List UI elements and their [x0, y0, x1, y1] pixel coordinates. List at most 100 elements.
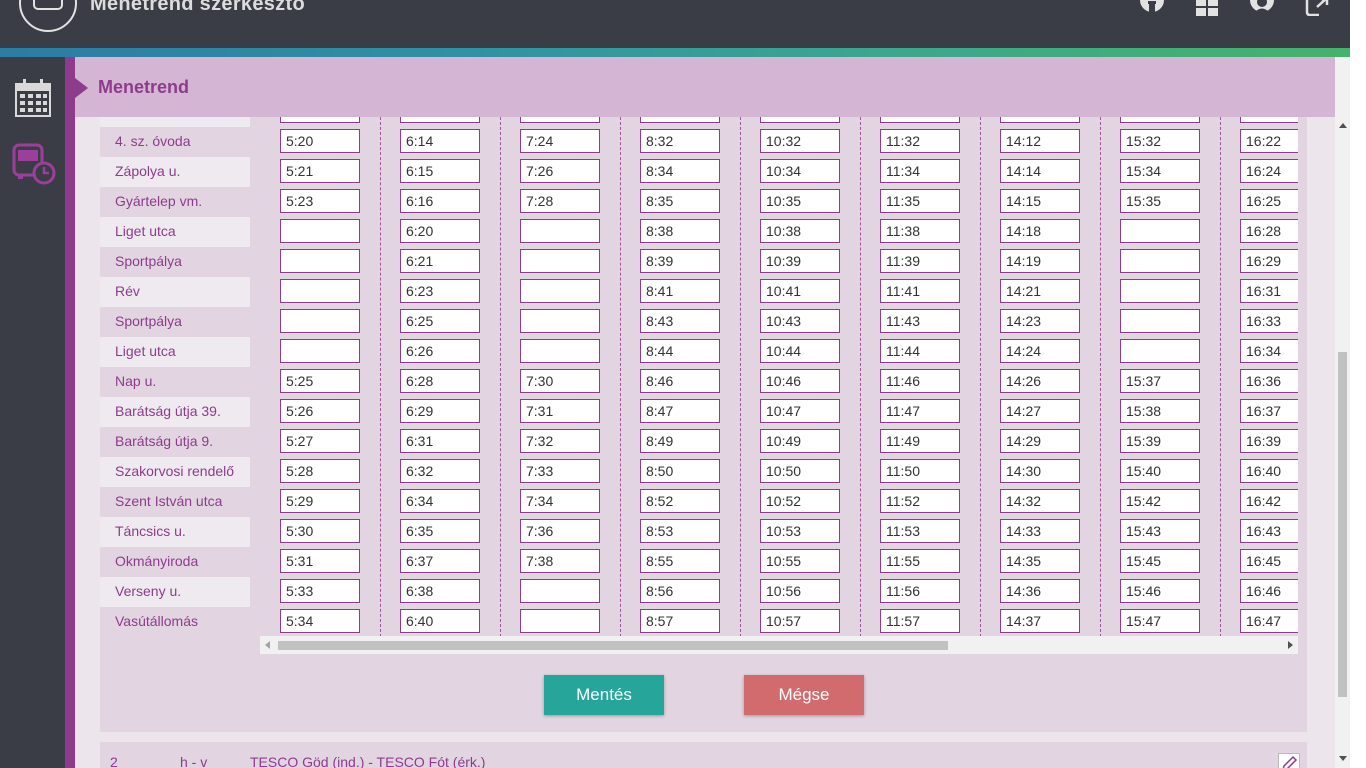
time-input[interactable]: 7:38 — [520, 549, 600, 573]
time-input[interactable]: 14:30 — [1000, 459, 1080, 483]
time-input[interactable]: 6:34 — [400, 489, 480, 513]
time-input[interactable]: 10:47 — [760, 399, 840, 423]
time-input[interactable]: 5:31 — [280, 549, 360, 573]
time-input[interactable]: 15:46 — [1120, 579, 1200, 603]
time-input[interactable]: 8:53 — [640, 519, 720, 543]
time-input[interactable]: 14:24 — [1000, 339, 1080, 363]
time-input[interactable]: 16:40 — [1240, 459, 1298, 483]
time-input[interactable]: 5:27 — [280, 429, 360, 453]
time-input[interactable]: 6:37 — [400, 549, 480, 573]
time-input[interactable]: 5:20 — [280, 129, 360, 153]
time-input[interactable]: 15:35 — [1120, 189, 1200, 213]
time-input[interactable]: 10:34 — [760, 159, 840, 183]
time-input[interactable]: 16:25 — [1240, 189, 1298, 213]
time-input[interactable]: 11:57 — [880, 609, 960, 633]
time-input[interactable]: 15:40 — [1120, 459, 1200, 483]
time-input[interactable]: 6:14 — [400, 129, 480, 153]
time-input[interactable]: 14:19 — [1000, 249, 1080, 273]
horizontal-scroll-thumb[interactable] — [278, 641, 948, 650]
time-input[interactable] — [1120, 339, 1200, 363]
time-input[interactable] — [520, 117, 600, 123]
time-input[interactable]: 14:18 — [1000, 219, 1080, 243]
time-input[interactable]: 14:15 — [1000, 189, 1080, 213]
time-input[interactable] — [280, 309, 360, 333]
time-input[interactable]: 15:45 — [1120, 549, 1200, 573]
time-input[interactable] — [280, 339, 360, 363]
time-input[interactable]: 11:41 — [880, 279, 960, 303]
time-input[interactable]: 16:42 — [1240, 489, 1298, 513]
time-input[interactable]: 8:46 — [640, 369, 720, 393]
time-input[interactable]: 6:31 — [400, 429, 480, 453]
time-input[interactable]: 11:44 — [880, 339, 960, 363]
time-input[interactable]: 8:44 — [640, 339, 720, 363]
time-input[interactable]: 16:39 — [1240, 429, 1298, 453]
time-input[interactable]: 14:36 — [1000, 579, 1080, 603]
time-input[interactable]: 15:32 — [1120, 129, 1200, 153]
time-input[interactable]: 14:32 — [1000, 489, 1080, 513]
time-input[interactable]: 11:49 — [880, 429, 960, 453]
user-icon[interactable] — [1249, 0, 1275, 16]
time-input[interactable]: 16:47 — [1240, 609, 1298, 633]
time-input[interactable]: 14:35 — [1000, 549, 1080, 573]
time-input[interactable]: 10:41 — [760, 279, 840, 303]
time-input[interactable]: 5:25 — [280, 369, 360, 393]
time-input[interactable]: 10:35 — [760, 189, 840, 213]
time-input[interactable]: 11:39 — [880, 249, 960, 273]
time-input[interactable]: 7:34 — [520, 489, 600, 513]
scroll-left-icon[interactable] — [265, 641, 270, 649]
time-input[interactable]: 10:56 — [760, 579, 840, 603]
logout-icon[interactable] — [1305, 0, 1329, 16]
time-input[interactable]: 11:47 — [880, 399, 960, 423]
time-input[interactable]: 7:26 — [520, 159, 600, 183]
time-input[interactable] — [520, 609, 600, 633]
time-input[interactable] — [1120, 309, 1200, 333]
time-input[interactable]: 7:31 — [520, 399, 600, 423]
time-input[interactable]: 14:29 — [1000, 429, 1080, 453]
time-input[interactable]: 14:12 — [1000, 129, 1080, 153]
time-input[interactable]: 7:28 — [520, 189, 600, 213]
time-input[interactable]: 10:39 — [760, 249, 840, 273]
time-input[interactable]: 5:29 — [280, 489, 360, 513]
time-input[interactable]: 8:41 — [640, 279, 720, 303]
time-input[interactable]: 10:53 — [760, 519, 840, 543]
time-input[interactable]: 15:34 — [1120, 159, 1200, 183]
horizontal-scrollbar[interactable] — [260, 636, 1298, 654]
time-input[interactable] — [280, 279, 360, 303]
time-input[interactable]: 16:31 — [1240, 279, 1298, 303]
time-input[interactable] — [1240, 117, 1298, 123]
time-input[interactable]: 16:33 — [1240, 309, 1298, 333]
time-input[interactable] — [640, 117, 720, 123]
time-input[interactable]: 14:26 — [1000, 369, 1080, 393]
time-input[interactable]: 6:23 — [400, 279, 480, 303]
cancel-button[interactable]: Mégse — [744, 675, 864, 715]
grid-icon[interactable] — [1196, 0, 1218, 16]
time-input[interactable]: 10:52 — [760, 489, 840, 513]
time-input[interactable]: 6:28 — [400, 369, 480, 393]
time-input[interactable]: 6:21 — [400, 249, 480, 273]
time-input[interactable]: 11:50 — [880, 459, 960, 483]
bus-schedule-icon[interactable] — [12, 143, 56, 185]
time-input[interactable]: 10:55 — [760, 549, 840, 573]
time-input[interactable]: 14:33 — [1000, 519, 1080, 543]
time-input[interactable] — [760, 117, 840, 123]
time-input[interactable]: 11:32 — [880, 129, 960, 153]
vertical-scrollbar[interactable] — [1335, 57, 1350, 768]
time-input[interactable] — [1120, 219, 1200, 243]
time-input[interactable]: 5:33 — [280, 579, 360, 603]
time-input[interactable]: 8:43 — [640, 309, 720, 333]
time-input[interactable]: 16:37 — [1240, 399, 1298, 423]
time-input[interactable] — [1120, 249, 1200, 273]
time-input[interactable]: 5:30 — [280, 519, 360, 543]
time-input[interactable]: 6:35 — [400, 519, 480, 543]
time-input[interactable]: 8:50 — [640, 459, 720, 483]
time-input[interactable]: 6:29 — [400, 399, 480, 423]
time-input[interactable]: 8:38 — [640, 219, 720, 243]
time-input[interactable] — [520, 309, 600, 333]
time-input[interactable]: 6:26 — [400, 339, 480, 363]
scroll-down-icon[interactable] — [1339, 756, 1347, 761]
time-input[interactable]: 14:23 — [1000, 309, 1080, 333]
time-input[interactable]: 5:23 — [280, 189, 360, 213]
time-input[interactable]: 15:43 — [1120, 519, 1200, 543]
time-input[interactable]: 16:28 — [1240, 219, 1298, 243]
time-input[interactable]: 8:52 — [640, 489, 720, 513]
